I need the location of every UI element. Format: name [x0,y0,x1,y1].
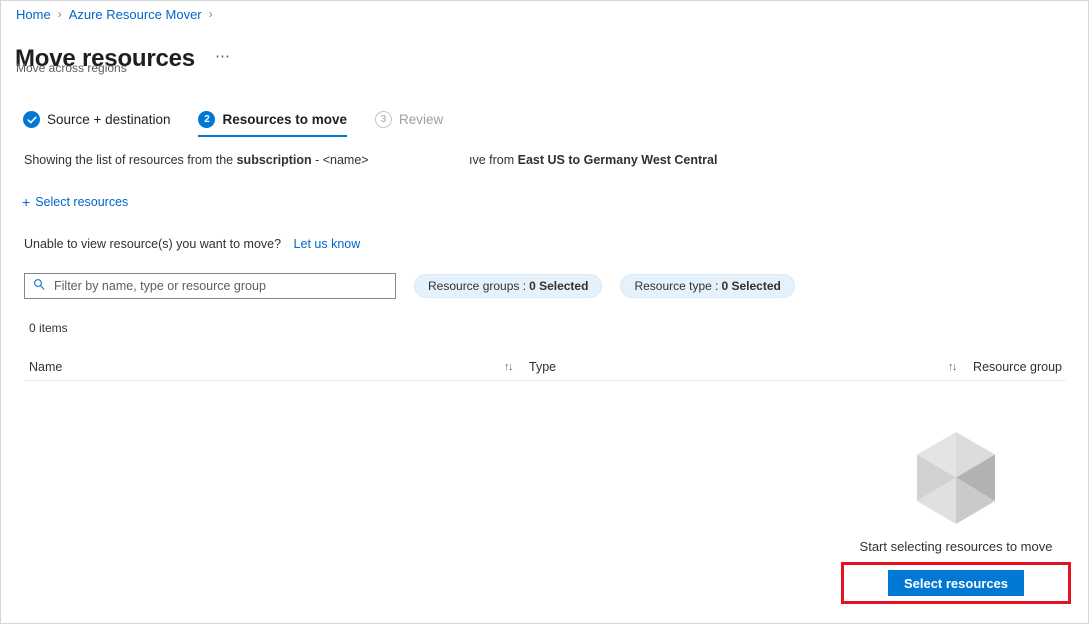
filter-search-box[interactable] [24,273,396,299]
breadcrumb-separator-icon: › [208,7,213,21]
select-resources-command-label: Select resources [35,195,129,209]
column-header-resource-group[interactable]: Resource group [973,360,1066,374]
highlight-box: Select resources [840,562,1072,604]
wizard-steps: Source + destination 2 Resources to move… [23,111,471,137]
filter-search-input[interactable] [52,278,387,294]
select-resources-button[interactable]: Select resources [887,570,1025,596]
breadcrumb-item-home[interactable]: Home [16,7,51,22]
items-count: 0 items [29,321,68,335]
more-options-icon[interactable]: ⋯ [211,49,236,68]
step-complete-check-icon [23,111,40,128]
unable-to-view-text: Unable to view resource(s) you want to m… [24,237,360,251]
column-header-name-label: Name [29,359,63,374]
filter-pill-label: Resource type : [634,279,719,293]
breadcrumb: Home › Azure Resource Mover › [16,4,220,24]
empty-state: Start selecting resources to move Select… [806,431,1088,604]
let-us-know-link[interactable]: Let us know [294,237,361,251]
cube-icon [913,431,999,525]
move-resources-page: Home › Azure Resource Mover › Move resou… [0,0,1089,624]
title-row: Move resources ⋯ [15,28,235,90]
column-header-name[interactable]: Name [24,360,504,374]
info-subscription-bold: subscription [236,153,312,167]
step-resources-to-move[interactable]: 2 Resources to move [198,111,347,137]
region-info-prefix: ıve from [469,153,518,167]
column-header-resource-group-label: Resource group [973,359,1062,374]
resources-table-header: Name ↑↓ Type ↑↓ Resource group [24,353,1066,381]
subscription-info-text: Showing the list of resources from the s… [24,153,369,167]
search-icon [33,277,52,295]
unable-message: Unable to view resource(s) you want to m… [24,237,282,251]
empty-state-message: Start selecting resources to move [859,539,1053,554]
column-header-type-label: Type [529,359,557,374]
region-info-bold: East US to Germany West Central [517,153,718,167]
sort-icon[interactable]: ↑↓ [948,361,958,373]
breadcrumb-item-azure-resource-mover[interactable]: Azure Resource Mover [69,7,202,22]
select-resources-command[interactable]: + Select resources [22,195,128,209]
info-prefix: Showing the list of resources from the [24,153,237,167]
info-suffix: - <name> [311,153,369,167]
filter-pill-value: 0 Selected [529,279,589,293]
filter-pill-resource-type[interactable]: Resource type :0 Selected [620,274,795,298]
step-number-badge: 2 [198,111,216,128]
step-number-badge: 3 [375,111,393,128]
filter-pill-label: Resource groups : [428,279,527,293]
sort-icon[interactable]: ↑↓ [504,361,514,373]
step-label-review: Review [399,112,444,127]
step-label-resources-to-move: Resources to move [222,112,348,127]
filter-pill-value: 0 Selected [721,279,781,293]
column-header-type[interactable]: Type [529,360,948,374]
region-info-text: ıve from East US to Germany West Central [469,153,717,167]
filter-row: Resource groups :0 Selected Resource typ… [24,273,795,299]
breadcrumb-separator-icon: › [57,7,62,21]
step-source-destination[interactable]: Source + destination [23,111,170,137]
step-review[interactable]: 3 Review [375,111,443,137]
filter-pill-resource-groups[interactable]: Resource groups :0 Selected [414,274,603,298]
page-subtitle: Move across regions [16,61,127,75]
plus-icon: + [22,194,31,210]
step-label-source-destination: Source + destination [47,112,171,127]
